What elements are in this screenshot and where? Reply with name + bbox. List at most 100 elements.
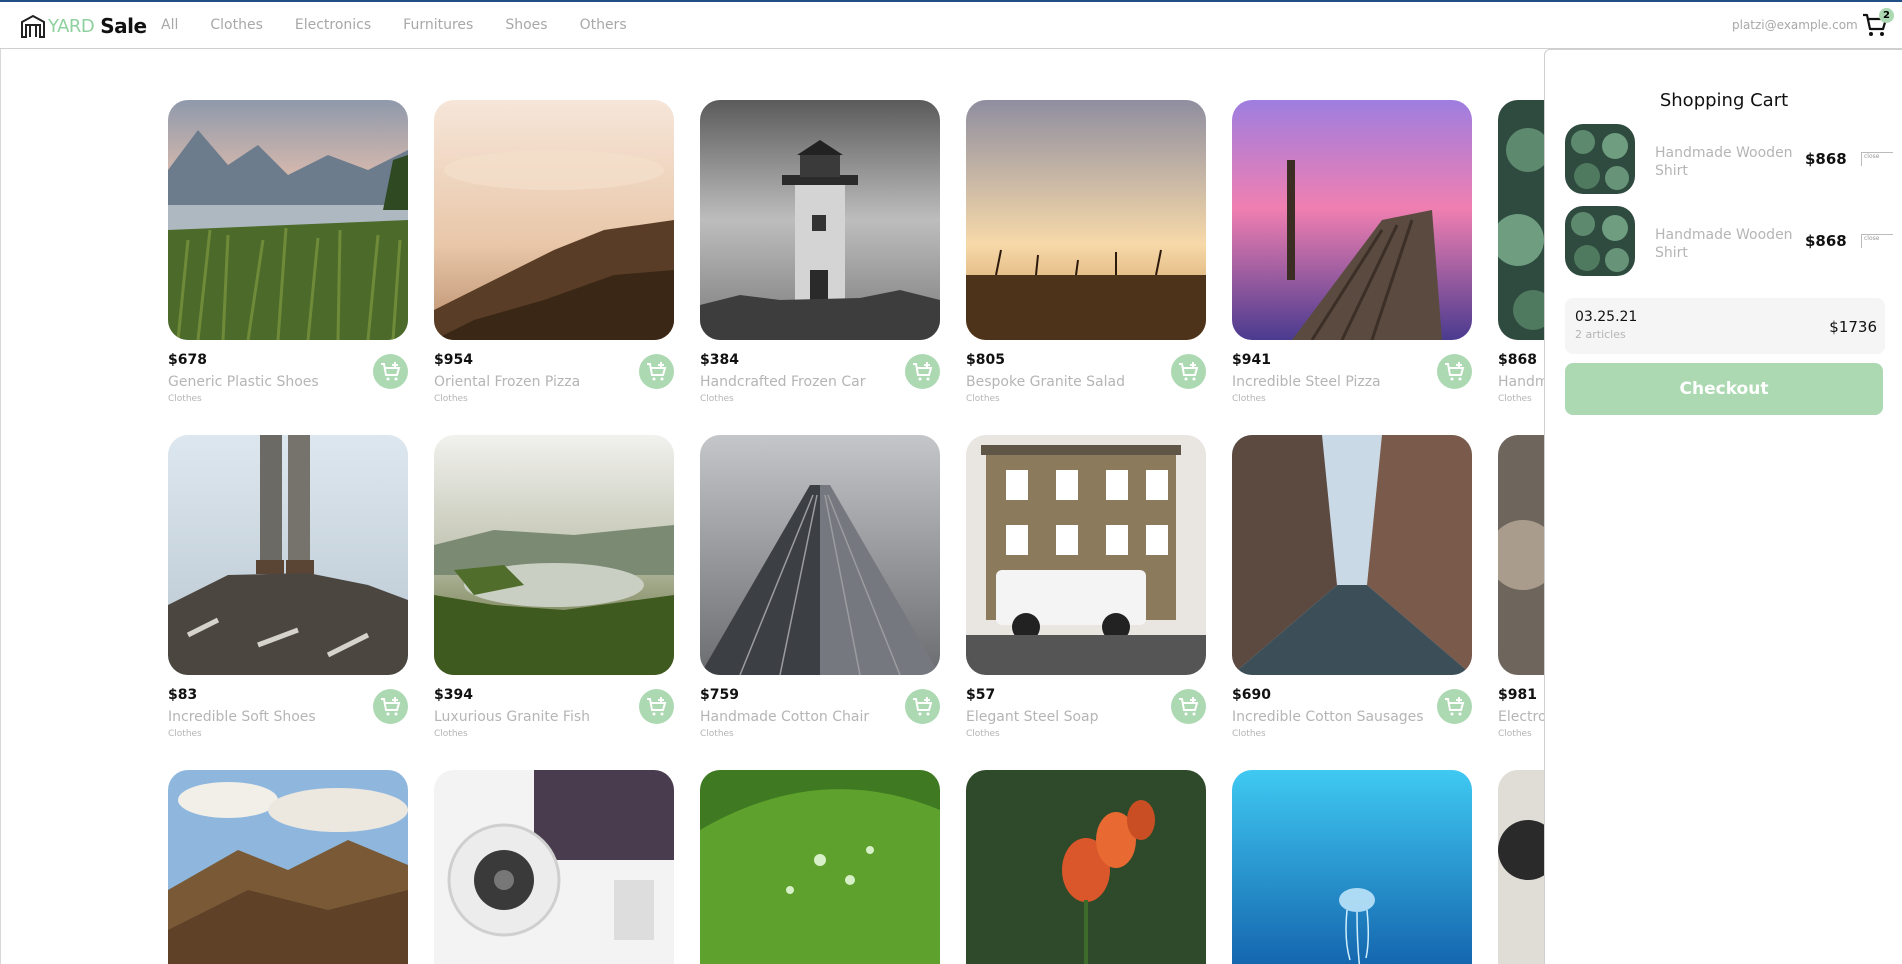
product-image[interactable] <box>1498 435 1544 675</box>
product-category: Clothes <box>700 394 734 404</box>
product-name: Handcrafted Frozen Car <box>700 374 866 390</box>
product-image[interactable] <box>168 435 408 675</box>
product-card[interactable]: $83 Incredible Soft Shoes Clothes <box>168 435 408 739</box>
product-category: Clothes <box>168 394 202 404</box>
product-image[interactable] <box>1498 100 1544 340</box>
order-total: $1736 <box>1829 318 1877 336</box>
product-image[interactable] <box>1232 100 1472 340</box>
cart-item-name: Handmade Wooden Shirt <box>1655 227 1793 261</box>
product-card[interactable]: $384 Handcrafted Frozen Car Clothes <box>700 100 940 404</box>
product-card[interactable] <box>434 770 674 964</box>
add-to-cart-icon <box>912 696 932 715</box>
product-card[interactable] <box>1498 770 1544 964</box>
product-info: $57 Elegant Steel Soap Clothes <box>966 687 1206 747</box>
add-to-cart-icon <box>1444 361 1464 380</box>
product-image[interactable] <box>966 100 1206 340</box>
add-to-cart-icon <box>646 696 666 715</box>
add-to-cart-icon <box>1178 696 1198 715</box>
add-to-cart-button[interactable] <box>639 689 674 724</box>
product-name: Incredible Cotton Sausages <box>1232 709 1424 725</box>
product-image[interactable] <box>700 100 940 340</box>
nav-electronics[interactable]: Electronics <box>295 17 371 33</box>
product-image[interactable] <box>700 435 940 675</box>
product-image[interactable] <box>434 770 674 964</box>
product-card[interactable]: $394 Luxurious Granite Fish Clothes <box>434 435 674 739</box>
product-card[interactable]: $57 Elegant Steel Soap Clothes <box>966 435 1206 739</box>
product-card[interactable]: $759 Handmade Cotton Chair Clothes <box>700 435 940 739</box>
product-name: Luxurious Granite Fish <box>434 709 591 725</box>
product-card[interactable]: $941 Incredible Steel Pizza Clothes <box>1232 100 1472 404</box>
product-card[interactable]: $690 Incredible Cotton Sausages Clothes <box>1232 435 1472 739</box>
product-card[interactable] <box>966 770 1206 964</box>
cart-title: Shopping Cart <box>1659 90 1789 111</box>
product-card[interactable]: $678 Generic Plastic Shoes Clothes <box>168 100 408 404</box>
product-image[interactable] <box>168 100 408 340</box>
nav-shoes[interactable]: Shoes <box>505 17 547 33</box>
product-card[interactable] <box>1232 770 1472 964</box>
logo-sale-text: Sale <box>100 14 147 38</box>
add-to-cart-icon <box>912 361 932 380</box>
product-name: Incredible Steel Pizza <box>1232 374 1381 390</box>
product-image[interactable] <box>1232 770 1472 964</box>
add-to-cart-button[interactable] <box>1171 689 1206 724</box>
nav-furnitures[interactable]: Furnitures <box>403 17 473 33</box>
product-image[interactable] <box>168 770 408 964</box>
product-image[interactable] <box>700 770 940 964</box>
add-to-cart-button[interactable] <box>1437 689 1472 724</box>
add-to-cart-button[interactable] <box>905 354 940 389</box>
product-info: $394 Luxurious Granite Fish Clothes <box>434 687 674 747</box>
cart-item-name: Handmade Wooden Shirt <box>1655 145 1793 179</box>
logo-yard-text: YARD <box>48 15 95 37</box>
product-price: $384 <box>700 352 739 368</box>
add-to-cart-button[interactable] <box>905 689 940 724</box>
product-name: Elegant Steel Soap <box>966 709 1099 725</box>
user-email[interactable]: platzi@example.com <box>1732 18 1858 32</box>
product-info: $384 Handcrafted Frozen Car Clothes <box>700 352 940 412</box>
add-to-cart-button[interactable] <box>1171 354 1206 389</box>
product-card[interactable] <box>168 770 408 964</box>
product-category: Clothes <box>434 394 468 404</box>
add-to-cart-icon <box>380 696 400 715</box>
product-image[interactable] <box>434 435 674 675</box>
product-category: Clothes <box>434 729 468 739</box>
product-category: Clothes <box>168 729 202 739</box>
product-image[interactable] <box>434 100 674 340</box>
product-info: $678 Generic Plastic Shoes Clothes <box>168 352 408 412</box>
cart-button[interactable]: 2 <box>1862 8 1894 38</box>
product-image[interactable] <box>966 770 1206 964</box>
product-image[interactable] <box>1498 770 1544 964</box>
product-name: Incredible Soft Shoes <box>168 709 316 725</box>
product-card[interactable] <box>700 770 940 964</box>
add-to-cart-button[interactable] <box>373 689 408 724</box>
product-card[interactable]: $868 Handmade Wooden Shirt Clothes <box>1498 100 1544 404</box>
checkout-button[interactable]: Checkout <box>1565 363 1883 415</box>
cart-item-image <box>1565 124 1635 194</box>
product-info: $805 Bespoke Granite Salad Clothes <box>966 352 1206 412</box>
product-name: Bespoke Granite Salad <box>966 374 1125 390</box>
category-nav: All Clothes Electronics Furnitures Shoes… <box>161 17 659 33</box>
product-image[interactable] <box>966 435 1206 675</box>
nav-others[interactable]: Others <box>580 17 627 33</box>
product-name: Generic Plastic Shoes <box>168 374 319 390</box>
left-edge <box>0 49 1 964</box>
product-price: $678 <box>168 352 207 368</box>
order-date: 03.25.21 <box>1575 309 1638 325</box>
logo[interactable]: YARD Sale <box>20 12 147 40</box>
product-image[interactable] <box>1232 435 1472 675</box>
remove-item-button[interactable]: close <box>1861 234 1893 248</box>
product-price: $83 <box>168 687 198 703</box>
product-price: $941 <box>1232 352 1271 368</box>
nav-all[interactable]: All <box>161 17 178 33</box>
product-price: $759 <box>700 687 739 703</box>
add-to-cart-button[interactable] <box>1437 354 1472 389</box>
remove-item-button[interactable]: close <box>1861 152 1893 166</box>
add-to-cart-button[interactable] <box>639 354 674 389</box>
add-to-cart-button[interactable] <box>373 354 408 389</box>
cart-item-price: $868 <box>1805 150 1847 168</box>
product-card[interactable]: $954 Oriental Frozen Pizza Clothes <box>434 100 674 404</box>
product-info: $941 Incredible Steel Pizza Clothes <box>1232 352 1472 412</box>
product-info: $83 Incredible Soft Shoes Clothes <box>168 687 408 747</box>
product-card[interactable]: $805 Bespoke Granite Salad Clothes <box>966 100 1206 404</box>
product-card[interactable]: $981 Electronic Rubber Towels Clothes <box>1498 435 1544 739</box>
nav-clothes[interactable]: Clothes <box>210 17 263 33</box>
